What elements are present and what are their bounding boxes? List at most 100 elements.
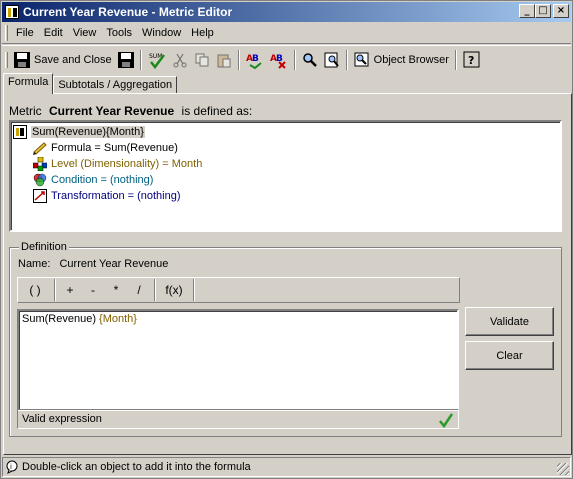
validate-button[interactable]: Validate bbox=[465, 307, 554, 336]
window-controls: _ □ × bbox=[519, 4, 569, 18]
tree-item-formula[interactable]: Formula = Sum(Revenue) bbox=[33, 140, 178, 156]
metric-editor-icon bbox=[5, 5, 19, 19]
tree-item-formula-label: Formula = Sum(Revenue) bbox=[51, 142, 178, 154]
save-and-close-button[interactable]: Save and Close bbox=[11, 49, 115, 71]
tree-item-condition-label: Condition = (nothing) bbox=[51, 174, 154, 186]
tree-item-condition[interactable]: Condition = (nothing) bbox=[33, 172, 153, 188]
level-abc-icon: A B bbox=[246, 54, 262, 69]
toolbar-grip[interactable] bbox=[5, 51, 8, 68]
minimize-button[interactable]: _ bbox=[519, 4, 535, 18]
tree-item-level-label: Level (Dimensionality) = Month bbox=[51, 158, 203, 170]
maximize-button[interactable]: □ bbox=[535, 4, 551, 18]
formula-level-text: {Month} bbox=[99, 313, 137, 325]
help-button[interactable]: ? bbox=[460, 49, 484, 71]
object-browser-label: Object Browser bbox=[373, 53, 449, 66]
resize-grip[interactable] bbox=[557, 463, 569, 475]
window-title: Current Year Revenue - Metric Editor bbox=[23, 5, 233, 19]
paste-icon bbox=[217, 54, 231, 67]
toolbar-separator bbox=[237, 49, 240, 70]
validation-status-text: Valid expression bbox=[22, 413, 102, 425]
save-icon bbox=[14, 51, 30, 68]
menu-file[interactable]: File bbox=[11, 27, 39, 39]
toolbar-separator bbox=[454, 49, 457, 70]
find-icon bbox=[302, 52, 317, 67]
svg-text:i: i bbox=[10, 463, 12, 471]
menu-tools[interactable]: Tools bbox=[101, 27, 137, 39]
menu-window[interactable]: Window bbox=[137, 27, 186, 39]
name-label: Name: bbox=[18, 258, 51, 270]
save-button[interactable] bbox=[115, 49, 137, 71]
tree-item-transformation[interactable]: Transformation = (nothing) bbox=[33, 188, 181, 204]
tree-item-transformation-label: Transformation = (nothing) bbox=[51, 190, 181, 202]
operator-separator bbox=[54, 279, 56, 301]
validation-status: Valid expression bbox=[17, 409, 459, 429]
operator-separator bbox=[154, 279, 156, 301]
insert-level-button[interactable]: A B bbox=[243, 49, 267, 71]
condition-abc-icon: A B bbox=[270, 54, 286, 69]
insert-condition-button[interactable]: A B bbox=[267, 49, 291, 71]
tree-root-item[interactable]: Sum(Revenue){Month} bbox=[13, 124, 145, 140]
find-in-document-button[interactable] bbox=[321, 49, 343, 71]
cut-button[interactable] bbox=[169, 49, 191, 71]
formula-editor[interactable]: Sum(Revenue) {Month} bbox=[17, 309, 459, 411]
status-bar-text: Double-click an object to add it into th… bbox=[22, 461, 251, 473]
tab-formula[interactable]: Formula bbox=[3, 73, 54, 94]
metric-definition-header: Metric Current Year Revenue is defined a… bbox=[9, 104, 252, 118]
find-button[interactable] bbox=[299, 49, 321, 71]
name-value: Current Year Revenue bbox=[59, 258, 169, 270]
definition-name-row: Name: Current Year Revenue bbox=[18, 258, 168, 270]
definition-legend: Definition bbox=[19, 241, 69, 253]
paste-button[interactable] bbox=[213, 49, 235, 71]
clear-button[interactable]: Clear bbox=[465, 341, 554, 370]
condition-icon bbox=[33, 173, 47, 187]
menu-help[interactable]: Help bbox=[186, 27, 219, 39]
info-icon: i bbox=[6, 460, 18, 474]
help-icon: ? bbox=[463, 51, 480, 67]
parentheses-button[interactable]: ( ) bbox=[20, 280, 50, 300]
title-bar[interactable]: Current Year Revenue - Metric Editor _ □… bbox=[2, 2, 571, 22]
valid-check-icon bbox=[439, 413, 454, 428]
check-syntax-icon: SUM bbox=[149, 53, 165, 69]
editor-tabs: Formula Subtotals / Aggregation bbox=[3, 73, 178, 94]
object-browser-icon bbox=[354, 52, 369, 66]
menu-view[interactable]: View bbox=[68, 27, 102, 39]
formula-icon bbox=[33, 142, 47, 155]
svg-text:?: ? bbox=[468, 54, 474, 67]
save-disk-icon bbox=[117, 51, 134, 68]
metric-editor-window: Current Year Revenue - Metric Editor _ □… bbox=[0, 0, 573, 479]
copy-button[interactable] bbox=[191, 49, 213, 71]
metric-name: Current Year Revenue bbox=[49, 104, 175, 118]
toolbar-separator bbox=[139, 49, 142, 70]
cut-icon bbox=[173, 53, 187, 67]
divide-button[interactable]: / bbox=[128, 280, 150, 300]
level-icon bbox=[33, 157, 47, 171]
toolbar: Save and Close SUM A B A B Object Browse… bbox=[2, 45, 571, 73]
copy-icon bbox=[195, 53, 209, 66]
metric-definition-tree[interactable]: Sum(Revenue){Month} Formula = Sum(Revenu… bbox=[9, 120, 562, 232]
multiply-button[interactable]: * bbox=[105, 280, 127, 300]
transformation-icon bbox=[33, 189, 47, 203]
menu-edit[interactable]: Edit bbox=[39, 27, 68, 39]
metric-icon bbox=[13, 125, 27, 139]
check-syntax-button[interactable]: SUM bbox=[145, 49, 169, 71]
tab-subtotals-aggregation[interactable]: Subtotals / Aggregation bbox=[53, 76, 178, 94]
find-document-icon bbox=[324, 52, 339, 67]
object-browser-button[interactable]: Object Browser bbox=[351, 49, 452, 71]
status-bar: i Double-click an object to add it into … bbox=[2, 457, 571, 477]
plus-button[interactable]: + bbox=[59, 280, 81, 300]
close-button[interactable]: × bbox=[553, 4, 569, 18]
toolbar-separator bbox=[345, 49, 348, 70]
svg-text:B: B bbox=[252, 54, 259, 64]
operator-separator bbox=[193, 279, 195, 301]
function-button[interactable]: f(x) bbox=[159, 280, 189, 300]
menu-bar: File Edit View Tools Window Help bbox=[2, 23, 571, 44]
toolbar-separator bbox=[293, 49, 296, 70]
tree-item-level[interactable]: Level (Dimensionality) = Month bbox=[33, 156, 202, 172]
operator-toolbar: ( ) + - * / f(x) bbox=[17, 277, 460, 303]
minus-button[interactable]: - bbox=[82, 280, 104, 300]
metric-label: Metric bbox=[9, 104, 42, 118]
menu-grip[interactable] bbox=[5, 25, 8, 41]
tree-root-label: Sum(Revenue){Month} bbox=[31, 126, 145, 138]
formula-text: Sum(Revenue) bbox=[22, 313, 100, 325]
defined-as-label: is defined as: bbox=[181, 104, 253, 118]
